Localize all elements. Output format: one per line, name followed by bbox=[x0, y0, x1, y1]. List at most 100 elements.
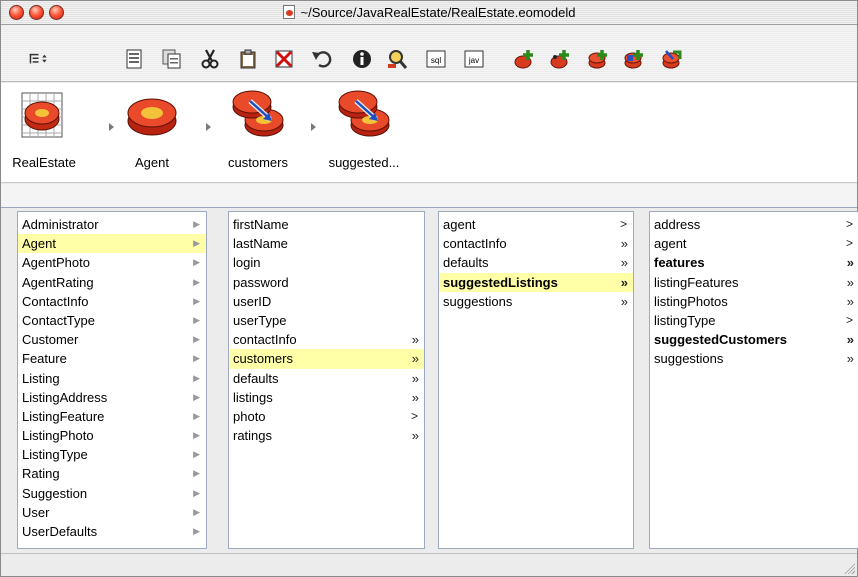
list-item[interactable]: contactInfo » bbox=[229, 330, 424, 349]
add-relationship-button[interactable] bbox=[549, 49, 571, 69]
list-item[interactable]: listingType > bbox=[650, 311, 858, 330]
list-item-label: ratings bbox=[233, 428, 273, 444]
list-item[interactable]: ListingType ▶ bbox=[18, 445, 206, 464]
list-item-label: address bbox=[654, 217, 701, 232]
undo-button[interactable] bbox=[311, 49, 333, 69]
disclosure-triangle-icon: ▶ bbox=[193, 487, 200, 498]
column-listing-relationships[interactable]: address > agent > features» listingFeatures» l… bbox=[649, 211, 858, 549]
list-item[interactable]: AgentRating ▶ bbox=[18, 273, 206, 292]
list-item[interactable]: listingFeatures » bbox=[650, 273, 858, 292]
list-item-label: suggestedCustomers bbox=[654, 332, 787, 348]
resize-grip-icon[interactable] bbox=[843, 562, 855, 574]
new-entity-button[interactable] bbox=[123, 49, 145, 69]
relationship-icon bbox=[232, 90, 284, 137]
list-item[interactable]: listings » bbox=[229, 388, 424, 407]
to-many-arrow-icon: » bbox=[846, 274, 854, 290]
disclosure-triangle-icon: ▶ bbox=[193, 526, 200, 536]
to-one-arrow-icon: > bbox=[619, 217, 627, 231]
column-divider[interactable] bbox=[634, 211, 649, 549]
list-item[interactable]: Agent ▶ bbox=[18, 234, 206, 254]
to-one-arrow-icon: > bbox=[845, 312, 853, 327]
document-proxy-icon[interactable] bbox=[282, 5, 295, 19]
list-item[interactable]: listingPhotos » bbox=[650, 292, 858, 311]
list-item[interactable]: userID bbox=[229, 292, 424, 311]
list-item[interactable]: ListingAddress ▶ bbox=[18, 388, 206, 407]
column-divider[interactable] bbox=[425, 211, 438, 549]
view-mode-popup[interactable] bbox=[25, 49, 55, 69]
list-item[interactable]: userType bbox=[229, 311, 424, 330]
list-item[interactable]: Suggestion ▶ bbox=[18, 484, 206, 503]
disclosure-triangle-icon: ▶ bbox=[193, 238, 200, 249]
app-window: ~/Source/JavaRealEstate/RealEstate.eomod… bbox=[0, 0, 858, 577]
list-item[interactable]: suggestions » bbox=[650, 349, 858, 368]
undo-arrow-icon bbox=[312, 51, 332, 68]
column-entities[interactable]: Administrator ▶ Agent ▶ AgentPhoto ▶ AgentRati… bbox=[17, 211, 207, 549]
column-customer-relationships[interactable]: agent > contactInfo» defaults» suggestedList… bbox=[438, 211, 634, 549]
to-many-arrow-icon: » bbox=[620, 274, 628, 290]
list-item[interactable]: Rating ▶ bbox=[18, 464, 206, 483]
list-item[interactable]: firstName bbox=[229, 215, 424, 234]
list-item[interactable]: lastName bbox=[229, 234, 424, 253]
list-item[interactable]: ContactInfo ▶ bbox=[18, 292, 206, 311]
list-item[interactable]: Administrator ▶ bbox=[18, 215, 206, 234]
list-item[interactable]: ListingPhoto ▶ bbox=[18, 426, 206, 445]
list-item[interactable]: login bbox=[229, 253, 424, 272]
list-item[interactable]: password bbox=[229, 273, 424, 292]
list-item[interactable]: suggestedListings » bbox=[439, 272, 633, 292]
path-item-relationship[interactable]: customers bbox=[213, 89, 303, 170]
copy-button[interactable] bbox=[161, 49, 183, 69]
add-fetchspec-icon bbox=[588, 50, 607, 69]
sql-icon: sql bbox=[426, 50, 446, 68]
entity-list: Administrator ▶ Agent ▶ AgentPhoto ▶ AgentRati… bbox=[18, 212, 206, 541]
list-item[interactable]: suggestions » bbox=[439, 292, 633, 311]
list-item-label: Administrator bbox=[22, 217, 99, 232]
list-item[interactable]: Customer ▶ bbox=[18, 330, 206, 349]
column-divider[interactable] bbox=[207, 211, 228, 549]
list-item[interactable]: UserDefaults ▶ bbox=[18, 522, 206, 541]
paste-button[interactable] bbox=[237, 49, 259, 69]
list-item[interactable]: customers » bbox=[229, 349, 424, 369]
list-item[interactable]: address > bbox=[650, 215, 858, 234]
to-many-arrow-icon: » bbox=[411, 370, 419, 386]
list-item[interactable]: Feature ▶ bbox=[18, 349, 206, 368]
flatten-button[interactable] bbox=[661, 49, 683, 69]
list-item[interactable]: agent > bbox=[439, 215, 633, 234]
add-attribute-button[interactable] bbox=[513, 49, 535, 69]
path-item-relationship-selected[interactable]: suggested... bbox=[319, 89, 409, 170]
data-browser-button[interactable] bbox=[387, 49, 409, 69]
path-item-label: customers bbox=[228, 155, 288, 170]
path-item-entity[interactable]: Agent bbox=[107, 89, 197, 170]
list-item-label: login bbox=[233, 255, 261, 271]
list-item[interactable]: ListingFeature ▶ bbox=[18, 407, 206, 426]
list-item[interactable]: User ▶ bbox=[18, 503, 206, 522]
list-item[interactable]: suggestedCustomers » bbox=[650, 330, 858, 349]
generate-sql-button[interactable]: sql bbox=[425, 49, 447, 69]
list-item[interactable]: photo > bbox=[229, 407, 424, 426]
add-stored-procedure-button[interactable] bbox=[623, 49, 645, 69]
list-item[interactable]: contactInfo » bbox=[439, 234, 633, 253]
generate-java-button[interactable]: jav bbox=[463, 49, 485, 69]
column-properties[interactable]: firstName lastName login password userID user… bbox=[228, 211, 425, 549]
list-item[interactable]: AgentPhoto ▶ bbox=[18, 253, 206, 272]
delete-button[interactable] bbox=[273, 49, 295, 69]
inspector-button[interactable] bbox=[351, 49, 373, 69]
add-fetch-spec-button[interactable] bbox=[587, 49, 609, 69]
list-item[interactable]: features » bbox=[650, 253, 858, 272]
list-item[interactable]: defaults » bbox=[229, 369, 424, 388]
model-icon bbox=[21, 92, 63, 138]
list-item-label: contactInfo bbox=[233, 332, 297, 348]
cut-button[interactable] bbox=[199, 49, 221, 69]
list-item[interactable]: agent > bbox=[650, 234, 858, 253]
title-bar[interactable]: ~/Source/JavaRealEstate/RealEstate.eomod… bbox=[1, 1, 857, 25]
list-item[interactable]: defaults » bbox=[439, 253, 633, 272]
list-item-label: Listing bbox=[22, 370, 60, 386]
disclosure-triangle-icon: ▶ bbox=[193, 506, 200, 517]
delete-x-icon bbox=[275, 50, 293, 68]
list-item[interactable]: ratings » bbox=[229, 426, 424, 445]
scissors-icon bbox=[201, 49, 219, 69]
list-item[interactable]: ContactType ▶ bbox=[18, 311, 206, 330]
path-item-model[interactable]: RealEstate bbox=[0, 89, 89, 170]
list-item[interactable]: Listing ▶ bbox=[18, 369, 206, 388]
list-item-label: Rating bbox=[22, 466, 60, 482]
clipboard-icon bbox=[240, 49, 256, 69]
